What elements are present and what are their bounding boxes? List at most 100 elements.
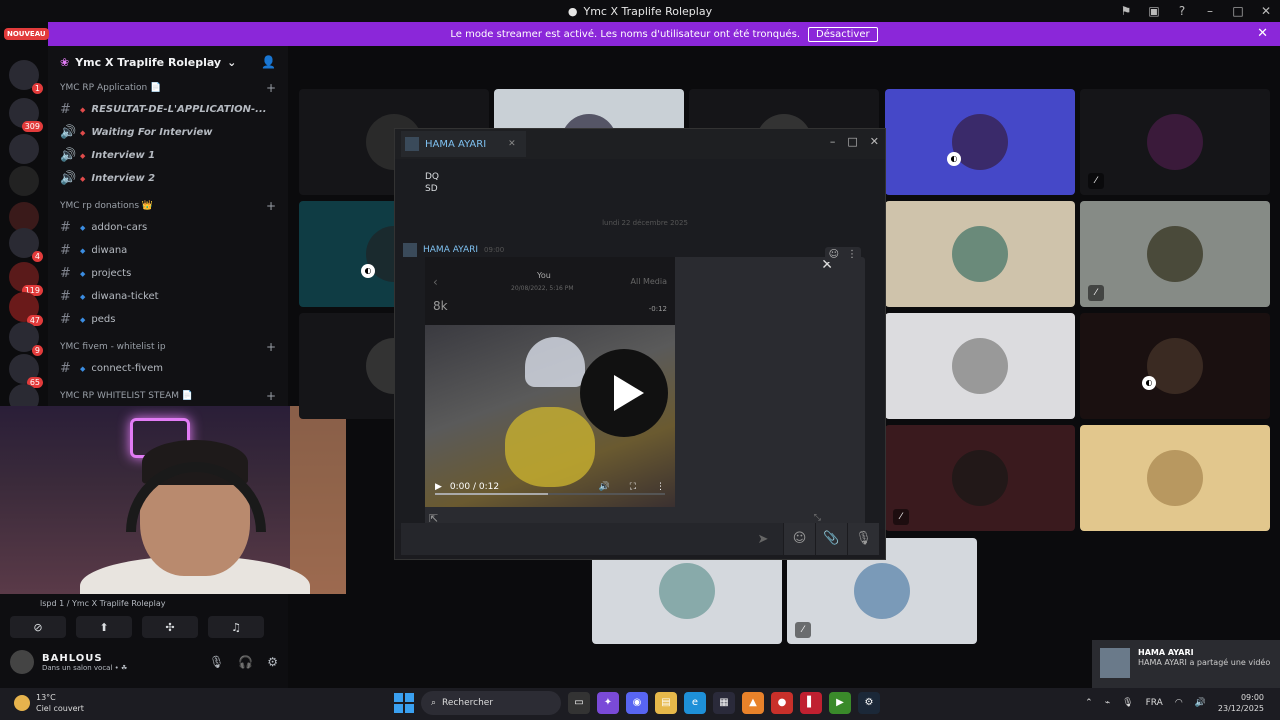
- search-box[interactable]: ⌕ Rechercher: [421, 691, 561, 715]
- resize-icon[interactable]: ⤡: [814, 513, 821, 523]
- attach-icon[interactable]: 📎: [815, 523, 847, 555]
- volume-icon[interactable]: 🔊: [1195, 698, 1206, 708]
- chat-tab[interactable]: HAMA AYARI ✕: [401, 131, 526, 157]
- emoji-icon[interactable]: ☺: [783, 523, 815, 555]
- help-icon[interactable]: ?: [1168, 4, 1196, 18]
- close-button[interactable]: ✕: [1252, 4, 1280, 18]
- start-button[interactable]: [394, 693, 414, 713]
- add-channel-icon[interactable]: +: [266, 81, 276, 95]
- network-icon[interactable]: ⌁: [1105, 698, 1110, 708]
- headphones-icon[interactable]: 🎧: [238, 655, 253, 669]
- play-button[interactable]: [580, 349, 668, 437]
- add-member-icon[interactable]: 👤: [261, 55, 276, 69]
- steam-icon[interactable]: ⚙: [858, 692, 880, 714]
- channel-item[interactable]: # ◆ diwana-ticket: [48, 285, 288, 308]
- server-icon[interactable]: 9: [9, 322, 43, 356]
- more-icon[interactable]: ⋮: [847, 249, 857, 260]
- discord-icon[interactable]: ◉: [626, 692, 648, 714]
- microphone-icon[interactable]: 🎙: [209, 655, 224, 669]
- avatar[interactable]: [10, 650, 34, 674]
- voice-tile[interactable]: ⁄: [1080, 201, 1270, 307]
- minimize-button[interactable]: –: [1196, 4, 1224, 18]
- store-icon[interactable]: ▦: [713, 692, 735, 714]
- volume-icon[interactable]: 🔊: [598, 482, 609, 492]
- chevron-up-icon[interactable]: ⌃: [1085, 698, 1093, 708]
- app-icon[interactable]: ▌: [800, 692, 822, 714]
- voice-icon[interactable]: 🎙: [847, 523, 879, 555]
- channel-item[interactable]: # ◆ connect-fivem: [48, 357, 288, 380]
- channel-item[interactable]: # ◆ peds: [48, 308, 288, 331]
- more-icon[interactable]: ⋮: [656, 482, 665, 492]
- avatar: [1147, 114, 1203, 170]
- app-icon[interactable]: ▶: [829, 692, 851, 714]
- disable-streamer-button[interactable]: Désactiver: [808, 26, 878, 42]
- channel-item[interactable]: 🔊 ◆ Interview 1: [48, 144, 288, 167]
- minimize-button[interactable]: –: [830, 135, 836, 148]
- add-channel-icon[interactable]: +: [266, 389, 276, 403]
- voice-tile[interactable]: [885, 313, 1075, 419]
- task-view-icon[interactable]: ▭: [568, 692, 590, 714]
- server-header[interactable]: ❀ Ymc X Traplife Roleplay ⌄ 👤: [48, 46, 288, 78]
- video-player[interactable]: ‹ You 20/08/2022, 5:16 PM All Media 8k -…: [425, 257, 675, 507]
- video-remaining: -0:12: [648, 305, 667, 313]
- copilot-icon[interactable]: ✦: [597, 692, 619, 714]
- notification-toast[interactable]: HAMA AYARI HAMA AYARI a partagé une vidé…: [1092, 640, 1280, 688]
- add-channel-icon[interactable]: +: [266, 199, 276, 213]
- hash-icon: #: [60, 220, 71, 235]
- microphone-icon[interactable]: 🎙: [1122, 698, 1133, 708]
- send-icon[interactable]: ➤: [743, 532, 783, 547]
- app-icon[interactable]: ●: [771, 692, 793, 714]
- message-input[interactable]: [401, 523, 743, 555]
- activities-button[interactable]: ✣: [142, 616, 198, 638]
- voice-tile[interactable]: ◐: [885, 89, 1075, 195]
- server-icon[interactable]: [9, 166, 39, 196]
- maximize-button[interactable]: □: [1224, 4, 1252, 18]
- channel-item[interactable]: # ◆ addon-cars: [48, 216, 288, 239]
- server-icon[interactable]: [9, 134, 39, 164]
- channel-item[interactable]: 🔊 ◆ Waiting For Interview: [48, 121, 288, 144]
- maximize-button[interactable]: □: [847, 135, 857, 148]
- file-explorer-icon[interactable]: ▤: [655, 692, 677, 714]
- channel-item[interactable]: 🔊 ◆ Interview 2: [48, 167, 288, 190]
- server-icon[interactable]: 1: [9, 60, 43, 94]
- close-tab-icon[interactable]: ✕: [508, 139, 516, 149]
- server-icon[interactable]: 4: [9, 228, 43, 262]
- close-icon[interactable]: ✕: [1257, 26, 1268, 41]
- channel-item[interactable]: # ◆ projects: [48, 262, 288, 285]
- camera-off-button[interactable]: ⊘: [10, 616, 66, 638]
- server-icon[interactable]: 309: [9, 98, 43, 132]
- discord-icon: ●: [567, 4, 578, 18]
- emoji-icon[interactable]: ☺: [829, 249, 839, 260]
- category[interactable]: YMC RP Application 📄 +: [48, 78, 288, 98]
- screen-icon[interactable]: ▣: [1140, 4, 1168, 18]
- close-button[interactable]: ✕: [870, 135, 879, 148]
- edge-icon[interactable]: e: [684, 692, 706, 714]
- lang-indicator[interactable]: FRA: [1146, 698, 1163, 708]
- voice-tile[interactable]: ⁄: [1080, 89, 1270, 195]
- play-icon[interactable]: ▶: [435, 482, 442, 492]
- inbox-icon[interactable]: ⚑: [1112, 4, 1140, 18]
- add-channel-icon[interactable]: +: [266, 340, 276, 354]
- server-icon[interactable]: 119: [9, 262, 43, 296]
- category[interactable]: YMC fivem - whitelist ip +: [48, 337, 288, 357]
- app-icon[interactable]: ▲: [742, 692, 764, 714]
- voice-channel-label: lspd 1 / Ymc X Traplife Roleplay: [40, 598, 166, 608]
- weather-widget[interactable]: 13°C Ciel couvert: [14, 692, 84, 714]
- channel-item[interactable]: # ◆ diwana: [48, 239, 288, 262]
- voice-tile[interactable]: ◐: [1080, 313, 1270, 419]
- voice-tile[interactable]: ⁄: [885, 425, 1075, 531]
- voice-tile[interactable]: [1080, 425, 1270, 531]
- settings-icon[interactable]: ⚙: [267, 655, 278, 669]
- category[interactable]: YMC RP WHITELIST STEAM 📄 +: [48, 386, 288, 406]
- channel-item[interactable]: # ◆ RESULTAT-DE-L'APPLICATION-...: [48, 98, 288, 121]
- clock[interactable]: 09:00 23/12/2025: [1218, 692, 1264, 714]
- screen-share-button[interactable]: ⬆: [76, 616, 132, 638]
- fullscreen-icon[interactable]: ⛶: [630, 482, 636, 492]
- server-icon[interactable]: 47: [9, 292, 43, 326]
- server-icon[interactable]: 65: [9, 354, 43, 388]
- category[interactable]: YMC rp donations 👑 +: [48, 196, 288, 216]
- soundboard-button[interactable]: ♫: [208, 616, 264, 638]
- voice-tile[interactable]: [885, 201, 1075, 307]
- wifi-icon[interactable]: ◠: [1175, 698, 1183, 708]
- window-title: Ymc X Traplife Roleplay: [583, 4, 713, 18]
